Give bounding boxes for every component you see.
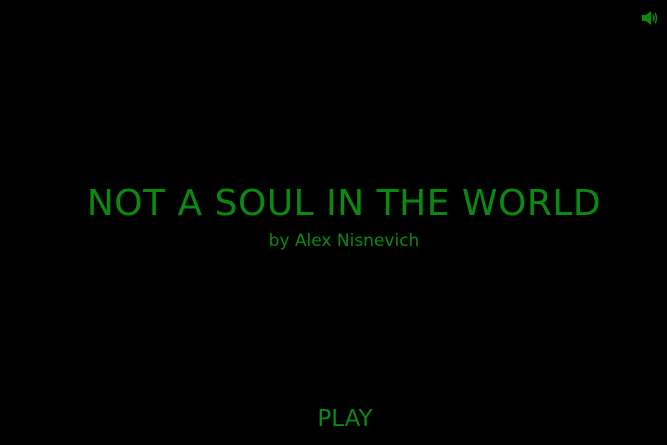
title-screen: NOT A SOUL IN THE WORLD by Alex Nisnevic… <box>0 0 667 445</box>
sound-toggle-button[interactable] <box>641 10 659 26</box>
speaker-icon <box>642 11 658 25</box>
game-byline: by Alex Nisnevich <box>268 231 420 251</box>
game-title: NOT A SOUL IN THE WORLD <box>86 183 602 224</box>
play-button[interactable]: PLAY <box>305 403 385 435</box>
